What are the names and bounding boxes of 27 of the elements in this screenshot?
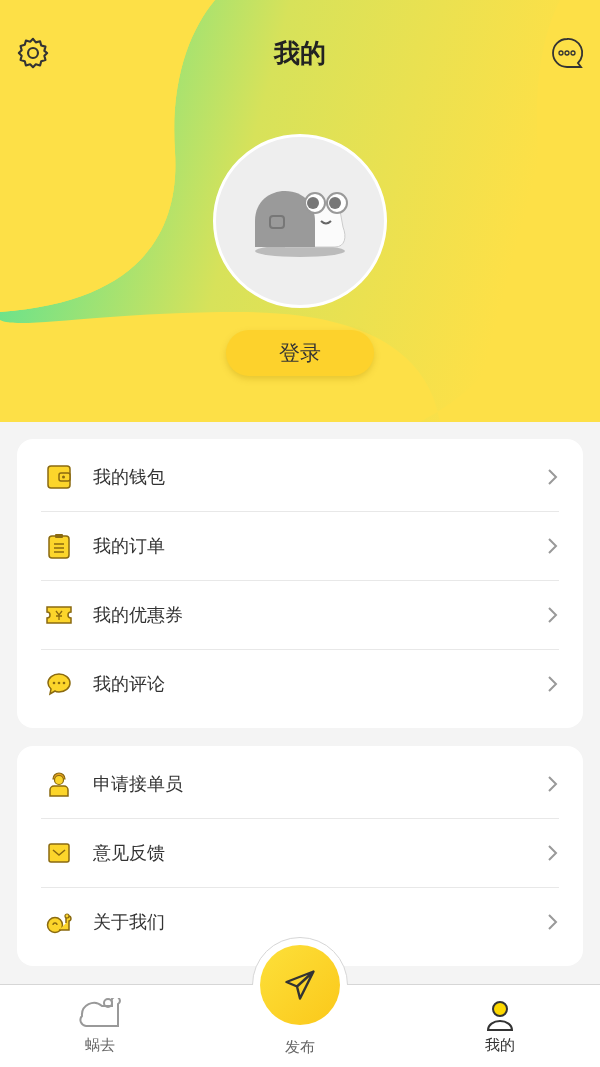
- page-title: 我的: [274, 36, 326, 70]
- settings-icon[interactable]: [16, 36, 50, 70]
- menu-item[interactable]: 意见反馈: [93, 841, 527, 865]
- menu-item[interactable]: 我的钱包: [93, 465, 527, 489]
- login-button[interactable]: 登录: [226, 330, 374, 376]
- chevron-right-icon: [547, 844, 559, 862]
- menu-item[interactable]: 我的优惠券: [93, 603, 527, 627]
- menu-item[interactable]: 申请接单员: [93, 772, 527, 796]
- wallet-icon: [45, 463, 73, 491]
- tab-label[interactable]: 发布: [285, 1038, 315, 1057]
- chevron-right-icon: [547, 606, 559, 624]
- paper-plane-icon: [282, 967, 318, 1003]
- speech-bubble-icon: [45, 670, 73, 698]
- person-icon[interactable]: [485, 1000, 515, 1032]
- chevron-right-icon: [547, 537, 559, 555]
- publish-button[interactable]: [260, 945, 340, 1025]
- tab-label[interactable]: 蜗去: [85, 1036, 115, 1055]
- chevron-right-icon: [547, 913, 559, 931]
- menu-item[interactable]: 我的订单: [93, 534, 527, 558]
- menu-item[interactable]: 关于我们: [93, 910, 527, 934]
- chevron-right-icon: [547, 775, 559, 793]
- chevron-right-icon: [547, 468, 559, 486]
- chevron-right-icon: [547, 675, 559, 693]
- message-icon[interactable]: [550, 36, 584, 70]
- tab-label[interactable]: 我的: [485, 1036, 515, 1055]
- menu-item[interactable]: 我的评论: [93, 672, 527, 696]
- clipboard-icon: [45, 532, 73, 560]
